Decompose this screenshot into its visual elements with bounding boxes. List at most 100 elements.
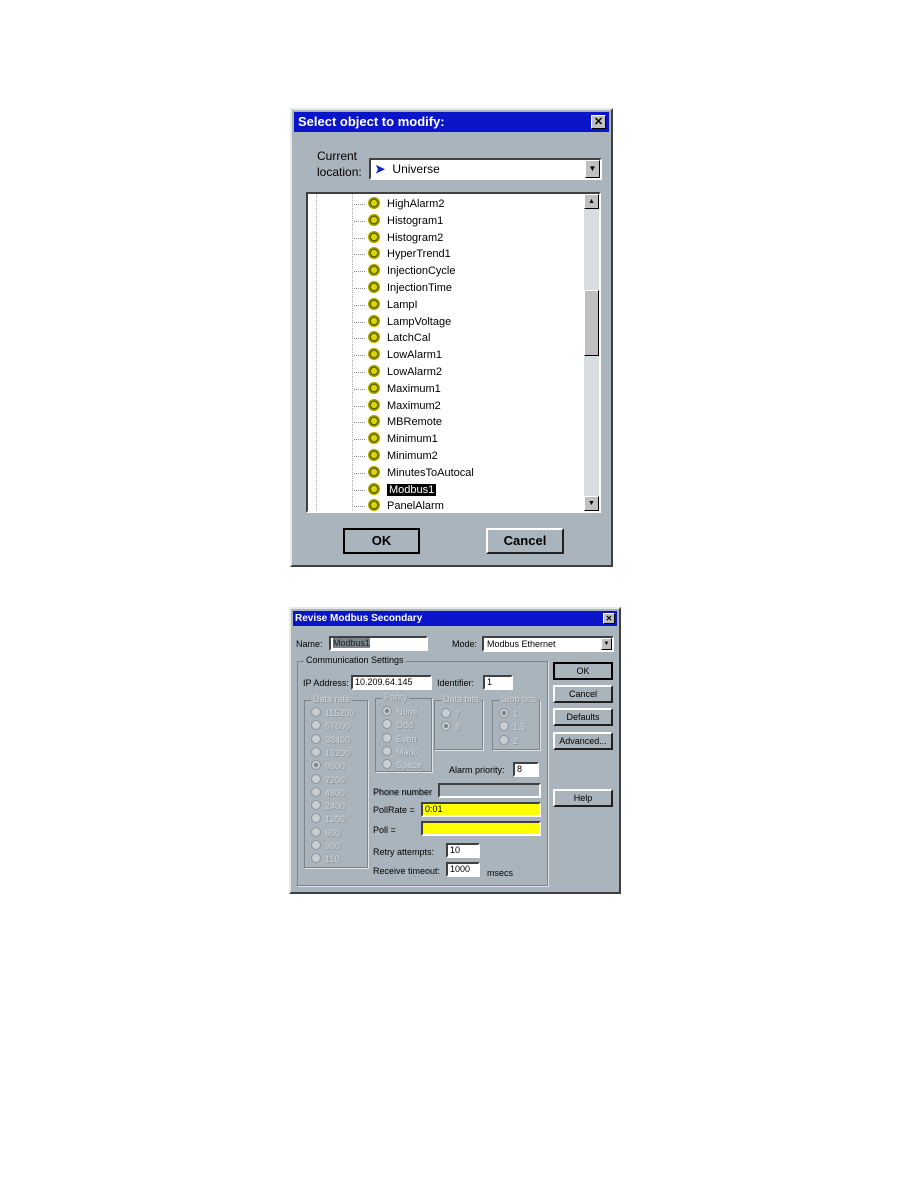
list-item[interactable]: PanelAlarm — [354, 498, 444, 511]
cancel-button[interactable]: Cancel — [553, 685, 613, 703]
ip-label: IP Address: — [303, 678, 349, 688]
radio-data-rates[interactable]: 300 — [311, 840, 340, 852]
tree-connector — [354, 254, 365, 256]
list-item[interactable]: HighAlarm2 — [354, 196, 444, 212]
radio-icon — [382, 745, 392, 756]
alarm-priority-input[interactable]: 8 — [513, 762, 539, 777]
radio-data-rates[interactable]: 19200 — [311, 746, 350, 759]
pollrate-input[interactable]: 0:01 — [421, 802, 541, 817]
tree-connector — [354, 220, 365, 222]
scroll-up-button[interactable]: ▲ — [584, 194, 599, 209]
close-button[interactable]: ✕ — [603, 613, 615, 624]
radio-parity[interactable]: Space — [382, 759, 422, 771]
object-icon — [366, 415, 382, 428]
radio-icon — [499, 721, 509, 732]
help-button[interactable]: Help — [553, 789, 613, 807]
list-item[interactable]: MinutesToAutocal — [354, 465, 474, 481]
mode-dropdown[interactable]: Modbus Ethernet ▼ — [482, 636, 614, 652]
defaults-button[interactable]: Defaults — [553, 708, 613, 726]
list-item[interactable]: InjectionCycle — [354, 263, 455, 279]
radio-icon — [382, 759, 392, 770]
list-item[interactable]: Modbus1 — [354, 482, 437, 498]
list-item[interactable]: MBRemote — [354, 414, 442, 430]
list-item[interactable]: LampVoltage — [354, 314, 451, 330]
radio-data-rates[interactable]: 1200 — [311, 813, 345, 825]
location-dropdown[interactable]: ➤ Universe ▼ — [369, 158, 602, 180]
object-tree-list[interactable]: HighAlarm2 Histogram1 Histogram2 HyperTrend… — [306, 192, 601, 513]
list-item[interactable]: Histogram1 — [354, 213, 443, 229]
radio-stop-bits[interactable]: 2 — [499, 734, 518, 747]
radio-stop-bits[interactable]: 1.5 — [499, 721, 526, 733]
object-icon — [366, 449, 382, 461]
scrollbar[interactable]: ▲ ▼ — [584, 194, 599, 511]
list-item[interactable]: LowAlarm2 — [354, 364, 442, 380]
list-item[interactable]: Histogram2 — [354, 230, 443, 246]
radio-data-rates[interactable]: 110 — [311, 853, 339, 865]
advanced-button[interactable]: Advanced... — [553, 732, 613, 750]
radio-data-bits[interactable]: 7 — [441, 708, 460, 720]
radio-data-rates[interactable]: 2400 — [311, 800, 345, 812]
radio-icon — [311, 746, 321, 757]
retry-input[interactable]: 10 — [446, 843, 480, 858]
radio-icon — [499, 708, 509, 718]
object-icon — [366, 398, 382, 411]
scroll-down-button[interactable]: ▼ — [584, 496, 599, 511]
object-icon — [366, 499, 382, 511]
radio-parity[interactable]: Even — [382, 732, 417, 745]
radio-parity[interactable]: Mark — [382, 745, 416, 758]
list-item[interactable]: Minimum2 — [354, 448, 438, 464]
radio-data-rates[interactable]: 57600 — [311, 720, 350, 732]
radio-data-rates[interactable]: 600 — [311, 826, 340, 839]
radio-icon — [311, 813, 321, 824]
ok-button[interactable]: OK — [343, 528, 420, 554]
name-input[interactable]: Modbus1 — [329, 636, 428, 651]
list-item[interactable]: HyperTrend1 — [354, 246, 451, 262]
close-button[interactable]: ✕ — [591, 115, 606, 129]
chevron-down-icon[interactable]: ▼ — [585, 160, 600, 178]
tree-connector — [354, 321, 365, 323]
list-item[interactable]: Maximum2 — [354, 398, 441, 414]
tree-connector — [354, 372, 365, 373]
radio-icon — [441, 708, 451, 718]
chevron-down-icon[interactable]: ▼ — [601, 638, 612, 650]
list-item[interactable]: LowAlarm1 — [354, 347, 442, 363]
ip-input[interactable]: 10.209.64.145 — [351, 675, 432, 690]
radio-parity[interactable]: None — [382, 706, 418, 718]
ok-button[interactable]: OK — [553, 662, 613, 680]
radio-stop-bits[interactable]: 1 — [499, 708, 518, 720]
radio-data-bits[interactable]: 8 — [441, 721, 460, 733]
radio-data-rates[interactable]: 4800 — [311, 786, 345, 799]
radio-data-rates[interactable]: 7200 — [311, 773, 345, 786]
list-item[interactable]: LampI — [354, 297, 418, 313]
object-icon — [366, 197, 382, 209]
radio-data-rates[interactable]: 38400 — [311, 733, 350, 746]
list-item[interactable]: Maximum1 — [354, 381, 441, 397]
phone-number-label: Phone number — [373, 787, 433, 797]
timeout-input[interactable]: 1000 — [446, 862, 480, 877]
select-object-dialog: Select object to modify: ✕ Current locati… — [290, 108, 613, 567]
data-bits-group: Data bits 7 8 — [434, 694, 483, 750]
name-label: Name: — [296, 639, 323, 649]
radio-icon — [499, 734, 509, 745]
radio-data-rates[interactable]: 115200 — [311, 707, 354, 719]
tree-connector — [354, 472, 365, 474]
object-icon — [366, 264, 382, 277]
tree-connector — [354, 489, 365, 491]
list-item[interactable]: LatchCal — [354, 330, 430, 346]
radio-icon — [382, 719, 392, 730]
poll-label: Poll = — [373, 825, 396, 835]
parity-group: Parity None Odd Even Mark Space — [375, 692, 432, 772]
list-item[interactable]: Minimum1 — [354, 431, 438, 447]
radio-parity[interactable]: Odd — [382, 719, 413, 731]
dialog-title: Select object to modify: — [298, 114, 445, 129]
radio-data-rates[interactable]: 9600 — [311, 760, 345, 772]
list-item[interactable]: InjectionTime — [354, 280, 452, 296]
tree-connector — [354, 237, 365, 239]
cancel-button[interactable]: Cancel — [486, 528, 564, 554]
poll-input[interactable] — [421, 821, 541, 836]
scroll-thumb[interactable] — [584, 290, 599, 356]
object-icon — [366, 281, 382, 293]
alarm-priority-label: Alarm priority: — [449, 765, 505, 775]
identifier-input[interactable]: 1 — [483, 675, 513, 690]
radio-icon — [382, 706, 392, 716]
